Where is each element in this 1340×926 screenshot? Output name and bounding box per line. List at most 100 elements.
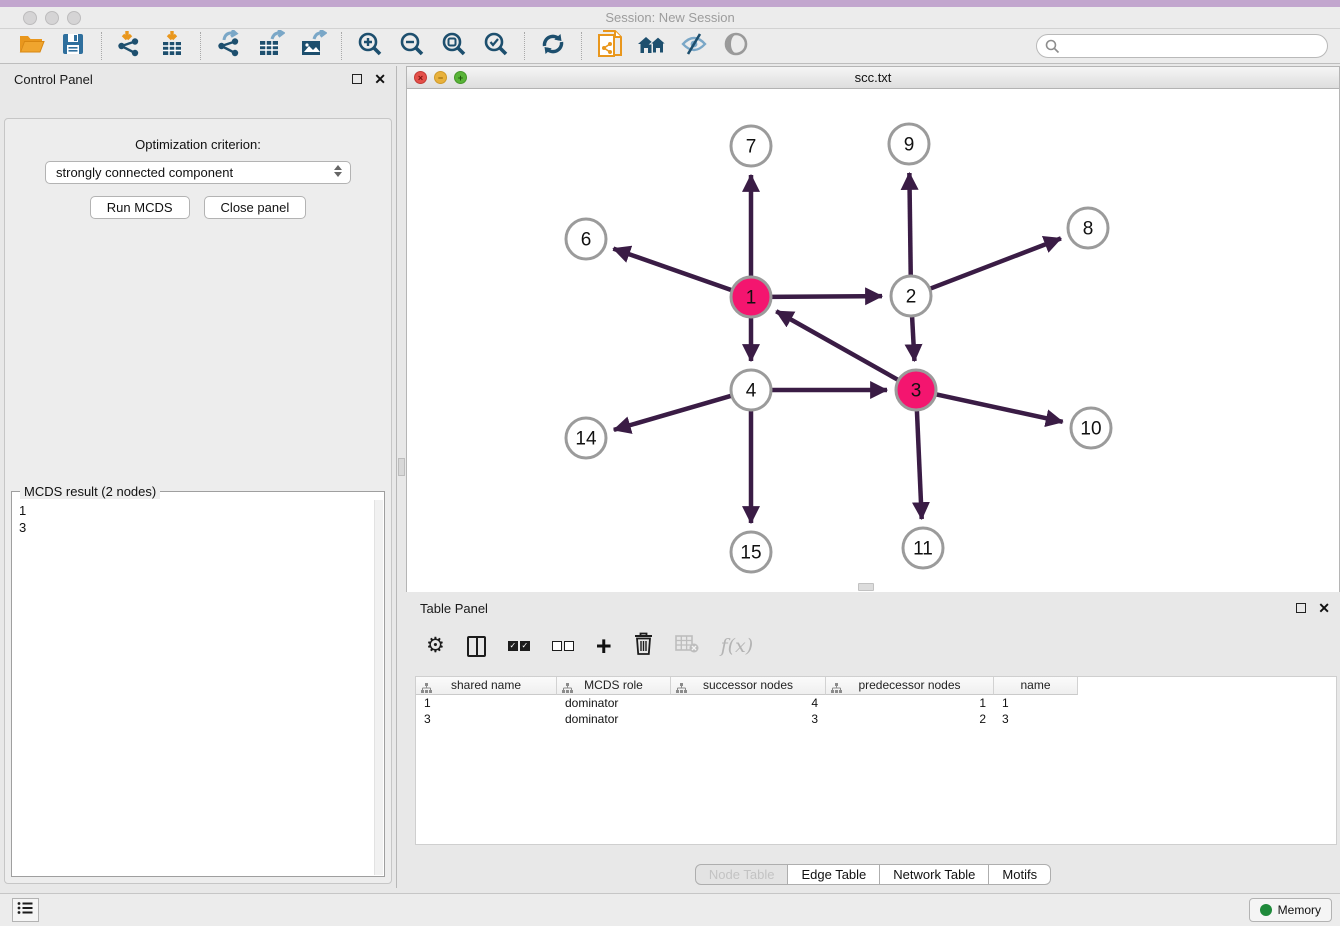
select-all-button[interactable]: ✓✓: [508, 641, 530, 651]
control-panel: Control Panel ✕ Network Style Select MCD…: [0, 66, 396, 888]
graph-node-label-1: 1: [746, 288, 757, 309]
graph-edge-3-11[interactable]: [917, 408, 922, 519]
tab-node-table[interactable]: Node Table: [695, 864, 789, 885]
control-panel-header: Control Panel ✕: [0, 66, 396, 92]
graph-edge-3-1[interactable]: [776, 311, 900, 381]
network-window-titlebar[interactable]: × − + scc.txt: [407, 67, 1339, 89]
cell-shared-name: 3: [416, 711, 557, 727]
toolbar-separator: [200, 32, 201, 60]
export-network-button[interactable]: [214, 31, 244, 61]
network-graph: 7968124314101511: [407, 89, 1339, 592]
graph-node-label-11: 11: [913, 539, 933, 560]
float-panel-icon[interactable]: [1296, 603, 1306, 613]
tree-icon: [421, 681, 432, 698]
hide-selected-button[interactable]: [679, 31, 709, 61]
network-zoom-button[interactable]: +: [454, 71, 467, 84]
zoom-in-icon: [357, 31, 383, 62]
tab-motifs[interactable]: Motifs: [988, 864, 1051, 885]
save-session-button[interactable]: [58, 31, 88, 61]
cell-predecessor-nodes: 1: [826, 695, 994, 711]
mcds-result-text[interactable]: 1 3: [13, 500, 374, 875]
table-row[interactable]: 3 dominator 3 2 3: [416, 711, 1336, 727]
network-minimize-button[interactable]: −: [434, 71, 447, 84]
network-close-button[interactable]: ×: [414, 71, 427, 84]
task-history-button[interactable]: [12, 898, 39, 922]
checked-boxes-icon: ✓✓: [508, 641, 530, 651]
main-toolbar: [0, 29, 1340, 64]
open-session-button[interactable]: [16, 31, 46, 61]
zoom-in-button[interactable]: [355, 31, 385, 61]
column-header-name[interactable]: name: [994, 677, 1078, 695]
apply-layout-button[interactable]: [538, 31, 568, 61]
graph-node-label-10: 10: [1080, 419, 1101, 440]
deselect-all-button[interactable]: [552, 641, 574, 651]
zoom-fit-button[interactable]: [439, 31, 469, 61]
graph-edge-1-6[interactable]: [613, 249, 734, 291]
first-neighbors-button[interactable]: [637, 31, 667, 61]
main-zoom-button[interactable]: [67, 11, 81, 25]
window-title: Session: New Session: [0, 7, 1340, 29]
split-divider-vertical[interactable]: [396, 66, 406, 888]
optimization-criterion-select[interactable]: strongly connected component: [45, 161, 351, 184]
export-image-button[interactable]: [298, 31, 328, 61]
plus-icon: +: [596, 634, 612, 658]
graph-edge-4-14[interactable]: [614, 395, 734, 430]
graph-edge-2-3[interactable]: [912, 314, 915, 361]
delete-column-button[interactable]: [634, 632, 653, 660]
zoom-selected-icon: [483, 31, 509, 62]
export-image-icon: [300, 30, 327, 62]
search-input[interactable]: [1036, 34, 1328, 58]
import-network-button[interactable]: [115, 31, 145, 61]
node-table: shared name MCDS role successor nodes pr…: [415, 676, 1337, 845]
main-close-button[interactable]: [23, 11, 37, 25]
memory-button[interactable]: Memory: [1249, 898, 1332, 922]
split-grip-horizontal[interactable]: [858, 583, 874, 591]
function-builder-button[interactable]: f(x): [721, 635, 754, 657]
export-table-button[interactable]: [256, 31, 286, 61]
new-network-from-selection-button[interactable]: [595, 31, 625, 61]
show-all-button[interactable]: [721, 31, 751, 61]
tab-network-table[interactable]: Network Table: [879, 864, 989, 885]
table-settings-button[interactable]: ⚙: [426, 635, 445, 657]
split-grip-vertical[interactable]: [398, 458, 405, 476]
graph-edge-3-10[interactable]: [934, 394, 1063, 422]
save-floppy-icon: [61, 32, 85, 61]
cell-mcds-role: dominator: [557, 711, 671, 727]
graph-node-label-7: 7: [746, 137, 757, 158]
search-icon: [1045, 39, 1060, 59]
import-table-icon: [160, 30, 184, 62]
tab-edge-table[interactable]: Edge Table: [787, 864, 880, 885]
column-header-mcds-role[interactable]: MCDS role: [557, 677, 671, 695]
column-header-successor-nodes[interactable]: successor nodes: [671, 677, 826, 695]
run-mcds-button[interactable]: Run MCDS: [90, 196, 190, 219]
close-panel-icon[interactable]: ✕: [1318, 603, 1330, 613]
close-panel-button[interactable]: Close panel: [204, 196, 307, 219]
unchecked-boxes-icon: [552, 641, 574, 651]
table-toolbar: ⚙ ✓✓ + f(x): [406, 627, 1340, 665]
graph-edge-1-2[interactable]: [769, 296, 882, 297]
float-panel-icon[interactable]: [352, 74, 362, 84]
close-panel-icon[interactable]: ✕: [374, 74, 386, 84]
graph-edge-2-9[interactable]: [909, 173, 910, 278]
table-panel-header: Table Panel ✕: [406, 595, 1340, 621]
show-columns-button[interactable]: [467, 636, 486, 657]
create-column-button[interactable]: +: [596, 634, 612, 658]
zoom-selected-button[interactable]: [481, 31, 511, 61]
main-minimize-button[interactable]: [45, 11, 59, 25]
import-table-button[interactable]: [157, 31, 187, 61]
graph-node-label-2: 2: [906, 287, 917, 308]
result-scrollbar[interactable]: [374, 500, 383, 875]
gear-icon: ⚙: [426, 635, 445, 657]
cell-shared-name: 1: [416, 695, 557, 711]
delete-table-button[interactable]: [675, 635, 699, 658]
graph-node-label-9: 9: [904, 135, 915, 156]
column-header-shared-name[interactable]: shared name: [416, 677, 557, 695]
network-canvas[interactable]: 7968124314101511: [407, 89, 1339, 592]
table-row[interactable]: 1 dominator 4 1 1: [416, 695, 1336, 711]
cell-mcds-role: dominator: [557, 695, 671, 711]
zoom-out-button[interactable]: [397, 31, 427, 61]
toolbar-separator: [341, 32, 342, 60]
column-header-predecessor-nodes[interactable]: predecessor nodes: [826, 677, 994, 695]
table-panel-title: Table Panel: [420, 601, 1296, 616]
graph-edge-2-8[interactable]: [928, 238, 1061, 289]
